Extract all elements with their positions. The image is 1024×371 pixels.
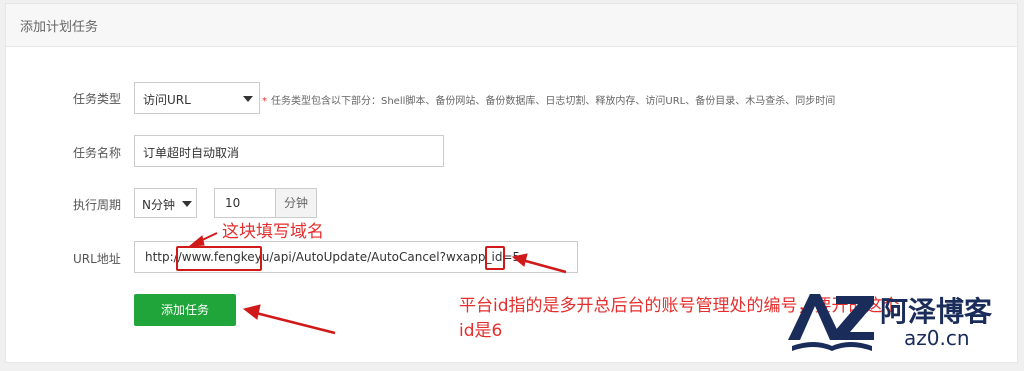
az-logo-mark-icon: [788, 294, 874, 351]
logo-site: az0.cn: [904, 326, 970, 350]
id-annotation-line-2: id是6: [459, 321, 503, 341]
az-blog-logo: 阿泽博客 az0.cn: [784, 288, 1009, 356]
arrow-icon: [242, 304, 336, 335]
logo-name: 阿泽博客: [880, 295, 993, 328]
arrow-icon: [511, 253, 567, 274]
domain-annotation: 这块填写域名: [222, 222, 324, 242]
arrow-icon: [188, 232, 218, 247]
